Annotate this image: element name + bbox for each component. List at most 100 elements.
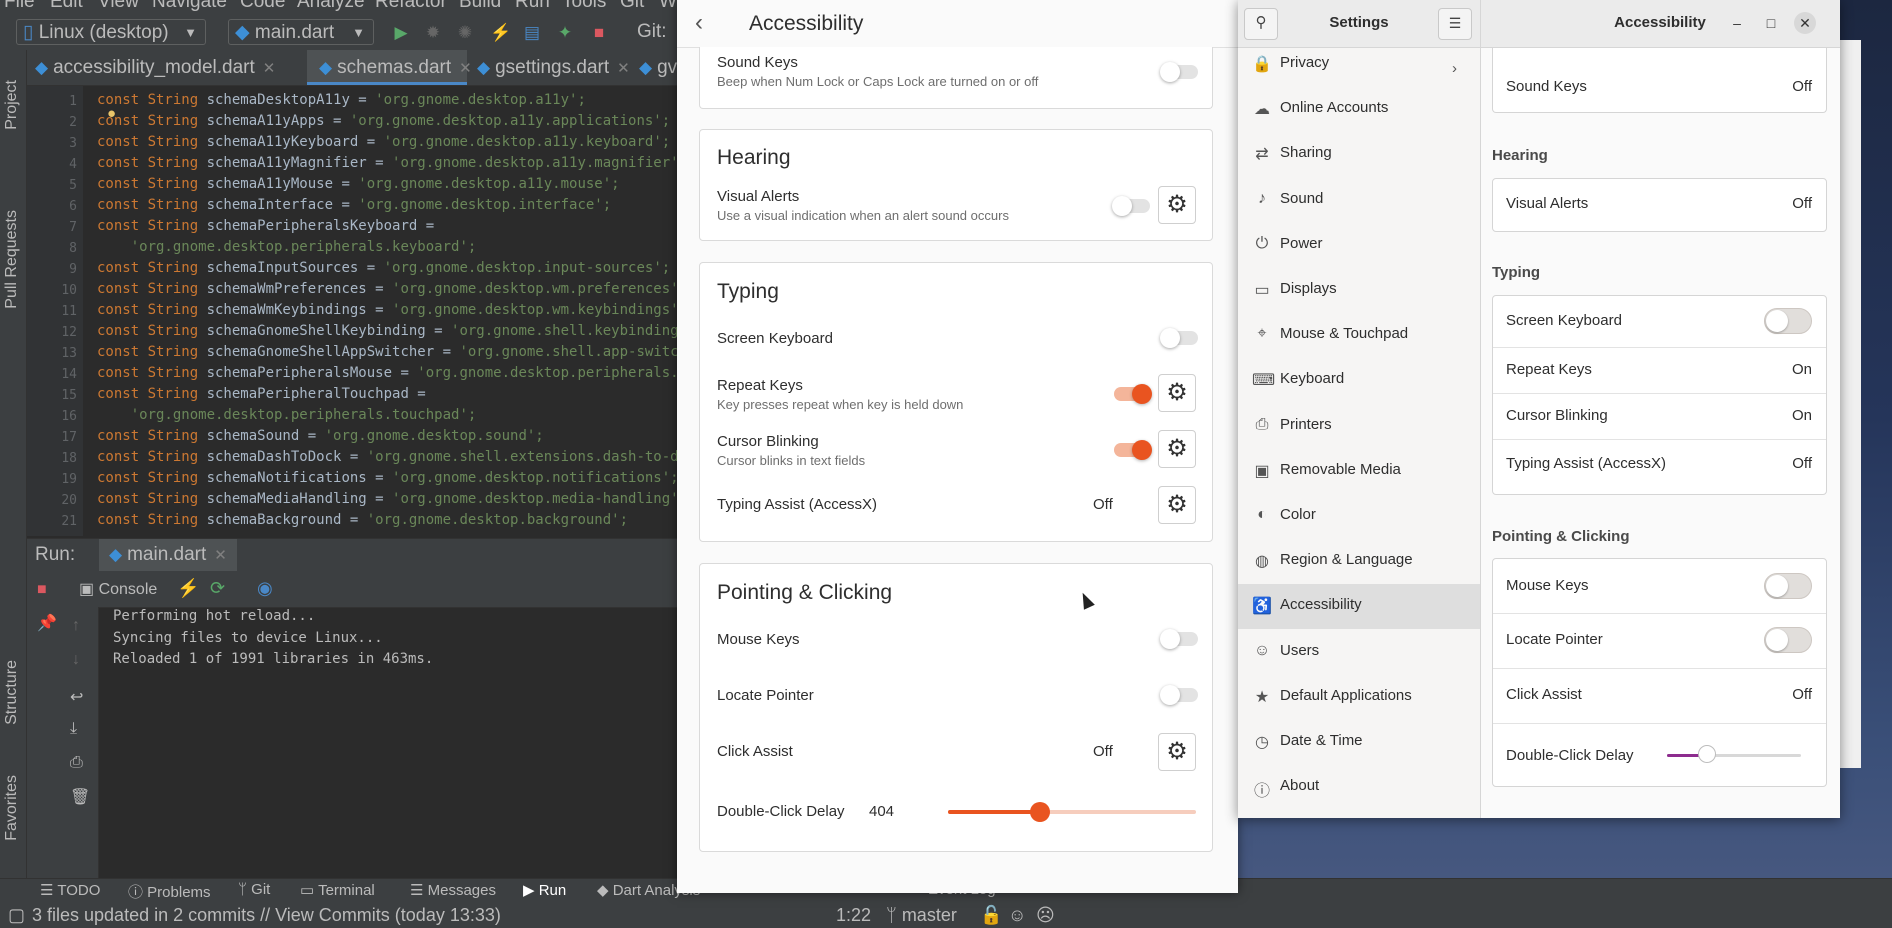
menu-view[interactable]: View	[98, 0, 139, 13]
cursor-blinking-row[interactable]: Cursor Blinking On	[1493, 393, 1826, 440]
scroll-down-icon[interactable]: ↓	[72, 651, 80, 669]
visual-alerts-switch[interactable]	[1112, 196, 1150, 216]
menu-build[interactable]: Build	[459, 0, 501, 13]
todo-tab[interactable]: ☰ TODO	[40, 881, 100, 899]
locate-pointer-row[interactable]: Locate Pointer	[1493, 613, 1826, 669]
close-icon[interactable]: ✕	[459, 60, 472, 77]
mouse-keys-switch[interactable]	[1764, 573, 1812, 599]
close-icon[interactable]: ✕	[617, 60, 630, 77]
repeat-keys-switch[interactable]	[1114, 384, 1152, 404]
scroll-up-icon[interactable]: ↑	[72, 617, 80, 635]
structure-tool-tab[interactable]: Structure	[3, 660, 21, 725]
git-branch[interactable]: ᛘ master	[886, 903, 957, 928]
minimize-icon[interactable]: –	[1726, 12, 1748, 34]
close-icon[interactable]: ✕	[263, 60, 276, 77]
profile-icon[interactable]: ✺	[456, 24, 474, 42]
sound-keys-row[interactable]: Sound Keys Off	[1493, 48, 1826, 112]
close-icon[interactable]: ✕	[1794, 12, 1816, 34]
sidebar-item-color[interactable]: ◐ Color	[1238, 494, 1480, 539]
sidebar-item-keyboard[interactable]: ⌨ Keyboard	[1238, 358, 1480, 403]
debug-icon[interactable]: ✹	[424, 24, 442, 42]
screen-keyboard-row[interactable]: Screen Keyboard	[1493, 296, 1826, 348]
menu-file[interactable]: File	[4, 0, 35, 13]
device-selector[interactable]: ▯ Linux (desktop) ▼	[16, 19, 206, 45]
sidebar-item-users[interactable]: ☺ Users	[1238, 630, 1480, 675]
visual-alerts-settings-button[interactable]: ⚙	[1158, 186, 1196, 224]
locate-pointer-switch[interactable]	[1764, 627, 1812, 653]
back-icon[interactable]: ‹	[695, 9, 703, 37]
hot-restart-icon[interactable]: ⟳	[210, 578, 225, 599]
sidebar-item-region-language[interactable]: ◍ Region & Language	[1238, 539, 1480, 584]
click-assist-row[interactable]: Click Assist Off	[1493, 668, 1826, 724]
visual-alerts-row[interactable]: Visual Alerts Off	[1493, 179, 1826, 231]
soft-wrap-icon[interactable]: ↩	[70, 687, 83, 707]
status-message[interactable]: 3 files updated in 2 commits // View Com…	[32, 903, 501, 928]
sidebar-item-date-time[interactable]: ◷ Date & Time	[1238, 720, 1480, 765]
code-editor[interactable]: const String schemaDesktopA11y = 'org.gn…	[97, 86, 680, 536]
pin-icon[interactable]: 📌	[37, 613, 57, 633]
attach-icon[interactable]: ✦	[556, 24, 574, 42]
git-tab[interactable]: ᛘ Git	[238, 881, 270, 898]
close-icon[interactable]: ✕	[214, 547, 227, 564]
sidebar-item-default-applications[interactable]: ★ Default Applications	[1238, 675, 1480, 720]
typing-assist-row[interactable]: Typing Assist (AccessX) Off	[1493, 439, 1826, 494]
hot-reload-icon[interactable]: ⚡	[177, 578, 199, 599]
stop-icon[interactable]: ■	[37, 581, 47, 599]
scroll-to-end-icon[interactable]: ⤓	[70, 720, 77, 738]
hot-reload-icon[interactable]: ⚡	[490, 24, 511, 42]
mouse-keys-row[interactable]: Mouse Keys	[1493, 559, 1826, 614]
menu-code[interactable]: Code	[240, 0, 285, 13]
maximize-icon[interactable]: □	[1760, 12, 1782, 34]
menu-refactor[interactable]: Refactor	[375, 0, 447, 13]
sidebar-item-privacy[interactable]: 🔒 Privacy	[1238, 42, 1480, 87]
slider-knob[interactable]	[1029, 802, 1050, 822]
menu-edit[interactable]: Edit	[50, 0, 83, 13]
console-tab[interactable]: ▣ Console	[79, 579, 157, 599]
devtools-icon[interactable]: ▤	[523, 24, 541, 42]
stop-icon[interactable]: ■	[590, 24, 608, 42]
typing-assist-settings-button[interactable]: ⚙	[1158, 486, 1196, 524]
repeat-keys-settings-button[interactable]: ⚙	[1158, 374, 1196, 412]
devtools-icon[interactable]: ◉	[257, 578, 273, 599]
double-click-slider[interactable]	[1667, 745, 1801, 763]
sidebar-item-power[interactable]: ⏻ Power	[1238, 223, 1480, 268]
cursor-position[interactable]: 1:22	[836, 903, 871, 928]
menu-git[interactable]: Git	[620, 0, 644, 13]
click-assist-settings-button[interactable]: ⚙	[1158, 733, 1196, 771]
project-tool-tab[interactable]: Project	[3, 80, 21, 130]
sidebar-item-mouse-touchpad[interactable]: ⌖ Mouse & Touchpad	[1238, 313, 1480, 358]
slider-knob[interactable]	[1698, 745, 1717, 763]
tab-gsettings[interactable]: ◆ gsettings.dart ✕	[477, 50, 647, 85]
cursor-blinking-settings-button[interactable]: ⚙	[1158, 430, 1196, 468]
messages-tab[interactable]: ☰ Messages	[410, 881, 496, 899]
menu-run[interactable]: Run	[515, 0, 550, 13]
sidebar-item-sound[interactable]: ♪ Sound	[1238, 178, 1480, 223]
sidebar-item-displays[interactable]: ▭ Displays	[1238, 268, 1480, 313]
sidebar-item-about[interactable]: ⓘ About	[1238, 765, 1480, 810]
menu-navigate[interactable]: Navigate	[152, 0, 227, 13]
repeat-keys-row[interactable]: Repeat Keys On	[1493, 347, 1826, 394]
smile-icon[interactable]: ☺	[1008, 903, 1026, 928]
run-tab-main[interactable]: ◆ main.dart ✕	[99, 539, 237, 571]
favorites-tool-tab[interactable]: Favorites	[3, 775, 21, 841]
tab-accessibility-model[interactable]: ◆ accessibility_model.dart ✕	[35, 50, 299, 85]
sidebar-item-sharing[interactable]: ⇄ Sharing	[1238, 132, 1480, 177]
frown-icon[interactable]: ☹	[1036, 903, 1055, 928]
problems-tab[interactable]: ⓘ Problems	[128, 881, 211, 902]
sidebar-item-accessibility[interactable]: ♿ Accessibility	[1238, 584, 1480, 630]
screen-keyboard-switch[interactable]	[1764, 308, 1812, 334]
trash-icon[interactable]: 🗑	[70, 787, 90, 807]
sound-keys-switch[interactable]	[1160, 62, 1198, 82]
menu-analyze[interactable]: Analyze	[297, 0, 365, 13]
locate-pointer-switch[interactable]	[1160, 685, 1198, 705]
screen-keyboard-switch[interactable]	[1160, 328, 1198, 348]
double-click-slider[interactable]	[948, 802, 1196, 822]
lock-icon[interactable]: 🔓	[980, 903, 1002, 928]
menu-tools[interactable]: Tools	[562, 0, 606, 13]
run-tab[interactable]: ▶ Run	[523, 881, 566, 899]
sidebar-item-removable-media[interactable]: ▣ Removable Media	[1238, 449, 1480, 494]
tab-schemas[interactable]: ◆ schemas.dart ✕	[307, 50, 472, 85]
sidebar-item-online-accounts[interactable]: ☁ Online Accounts	[1238, 87, 1480, 132]
cursor-blinking-switch[interactable]	[1114, 440, 1152, 460]
terminal-tab[interactable]: ▭ Terminal	[300, 881, 375, 899]
